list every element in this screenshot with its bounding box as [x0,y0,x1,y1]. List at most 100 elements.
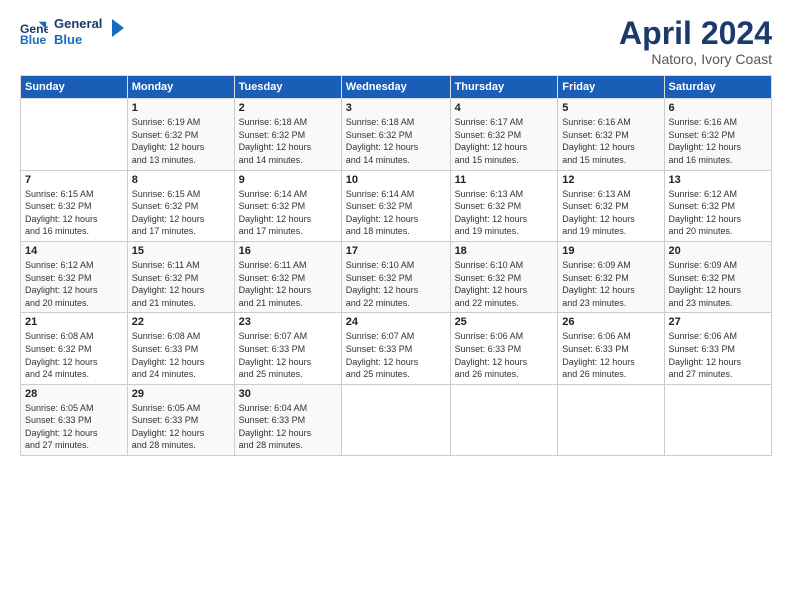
calendar-page: General Blue General Blue April 2024 Nat… [0,0,792,612]
week-row-3: 14Sunrise: 6:12 AM Sunset: 6:32 PM Dayli… [21,241,772,312]
day-info: Sunrise: 6:05 AM Sunset: 6:33 PM Dayligh… [25,402,123,452]
day-cell: 6Sunrise: 6:16 AM Sunset: 6:32 PM Daylig… [664,99,771,170]
day-cell: 26 Sunrise: 6:06 AM Sunset: 6:33 PM Dayli… [558,313,664,384]
header-row: Sunday Monday Tuesday Wednesday Thursday… [21,76,772,99]
day-cell [450,384,558,455]
day-info: Sunrise: 6:17 AM Sunset: 6:32 PM Dayligh… [455,116,554,166]
day-cell: 3Sunrise: 6:18 AM Sunset: 6:32 PM Daylig… [341,99,450,170]
week-row-5: 28 Sunrise: 6:05 AM Sunset: 6:33 PM Dayli… [21,384,772,455]
day-info: Sunrise: 6:07 AM Sunset: 6:33 PM Dayligh… [239,330,337,380]
day-number: 12 [562,174,659,186]
day-info: Sunrise: 6:06 AM Sunset: 6:33 PM Dayligh… [669,330,767,380]
day-cell: 19 Sunrise: 6:09 AM Sunset: 6:32 PM Dayli… [558,241,664,312]
day-number: 23 [239,316,337,328]
location: Natoro, Ivory Coast [619,51,772,67]
day-cell: 27 Sunrise: 6:06 AM Sunset: 6:33 PM Dayli… [664,313,771,384]
day-cell: 22 Sunrise: 6:08 AM Sunset: 6:33 PM Dayli… [127,313,234,384]
title-area: April 2024 Natoro, Ivory Coast [619,16,772,67]
day-cell: 10 Sunrise: 6:14 AM Sunset: 6:32 PM Dayli… [341,170,450,241]
day-cell: 29Sunrise: 6:05 AM Sunset: 6:33 PM Dayli… [127,384,234,455]
day-cell [341,384,450,455]
day-number: 22 [132,316,230,328]
col-friday: Friday [558,76,664,99]
day-cell: 28 Sunrise: 6:05 AM Sunset: 6:33 PM Dayli… [21,384,128,455]
day-number: 2 [239,102,337,114]
col-saturday: Saturday [664,76,771,99]
day-number: 18 [455,245,554,257]
day-cell: 30Sunrise: 6:04 AM Sunset: 6:33 PM Dayli… [234,384,341,455]
day-cell: 18Sunrise: 6:10 AM Sunset: 6:32 PM Dayli… [450,241,558,312]
day-cell: 16 Sunrise: 6:11 AM Sunset: 6:32 PM Dayli… [234,241,341,312]
day-info: Sunrise: 6:15 AM Sunset: 6:32 PM Dayligh… [132,188,230,238]
day-cell: 13 Sunrise: 6:12 AM Sunset: 6:32 PM Dayli… [664,170,771,241]
day-cell [558,384,664,455]
col-tuesday: Tuesday [234,76,341,99]
day-number: 28 [25,388,123,400]
day-cell: 12 Sunrise: 6:13 AM Sunset: 6:32 PM Dayli… [558,170,664,241]
day-number: 1 [132,102,230,114]
day-cell: 20 Sunrise: 6:09 AM Sunset: 6:32 PM Dayli… [664,241,771,312]
col-thursday: Thursday [450,76,558,99]
day-info: Sunrise: 6:12 AM Sunset: 6:32 PM Dayligh… [25,259,123,309]
month-title: April 2024 [619,16,772,51]
week-row-4: 21 Sunrise: 6:08 AM Sunset: 6:32 PM Dayli… [21,313,772,384]
logo-line1: General [54,16,102,32]
day-number: 15 [132,245,230,257]
day-number: 6 [669,102,767,114]
day-number: 21 [25,316,123,328]
day-number: 3 [346,102,446,114]
day-info: Sunrise: 6:15 AM Sunset: 6:32 PM Dayligh… [25,188,123,238]
day-info: Sunrise: 6:13 AM Sunset: 6:32 PM Dayligh… [455,188,554,238]
day-info: Sunrise: 6:08 AM Sunset: 6:33 PM Dayligh… [132,330,230,380]
day-number: 5 [562,102,659,114]
day-cell: 17Sunrise: 6:10 AM Sunset: 6:32 PM Dayli… [341,241,450,312]
day-number: 13 [669,174,767,186]
logo: General Blue General Blue [20,16,126,47]
day-number: 16 [239,245,337,257]
day-cell: 14Sunrise: 6:12 AM Sunset: 6:32 PM Dayli… [21,241,128,312]
day-number: 20 [669,245,767,257]
svg-text:Blue: Blue [20,33,47,46]
day-info: Sunrise: 6:06 AM Sunset: 6:33 PM Dayligh… [562,330,659,380]
day-cell: 23 Sunrise: 6:07 AM Sunset: 6:33 PM Dayli… [234,313,341,384]
day-cell: 1 Sunrise: 6:19 AM Sunset: 6:32 PM Daylig… [127,99,234,170]
day-number: 7 [25,174,123,186]
day-info: Sunrise: 6:08 AM Sunset: 6:32 PM Dayligh… [25,330,123,380]
day-info: Sunrise: 6:11 AM Sunset: 6:32 PM Dayligh… [239,259,337,309]
col-wednesday: Wednesday [341,76,450,99]
day-info: Sunrise: 6:09 AM Sunset: 6:32 PM Dayligh… [669,259,767,309]
day-number: 27 [669,316,767,328]
day-number: 17 [346,245,446,257]
day-number: 8 [132,174,230,186]
day-info: Sunrise: 6:13 AM Sunset: 6:32 PM Dayligh… [562,188,659,238]
day-cell: 21 Sunrise: 6:08 AM Sunset: 6:32 PM Dayli… [21,313,128,384]
day-cell [21,99,128,170]
day-cell: 25Sunrise: 6:06 AM Sunset: 6:33 PM Dayli… [450,313,558,384]
day-number: 9 [239,174,337,186]
week-row-2: 7 Sunrise: 6:15 AM Sunset: 6:32 PM Daylig… [21,170,772,241]
day-cell: 4Sunrise: 6:17 AM Sunset: 6:32 PM Daylig… [450,99,558,170]
day-cell: 8 Sunrise: 6:15 AM Sunset: 6:32 PM Daylig… [127,170,234,241]
day-info: Sunrise: 6:14 AM Sunset: 6:32 PM Dayligh… [346,188,446,238]
day-info: Sunrise: 6:06 AM Sunset: 6:33 PM Dayligh… [455,330,554,380]
day-cell: 5 Sunrise: 6:16 AM Sunset: 6:32 PM Daylig… [558,99,664,170]
day-cell: 2 Sunrise: 6:18 AM Sunset: 6:32 PM Daylig… [234,99,341,170]
day-info: Sunrise: 6:16 AM Sunset: 6:32 PM Dayligh… [562,116,659,166]
day-info: Sunrise: 6:12 AM Sunset: 6:32 PM Dayligh… [669,188,767,238]
day-number: 19 [562,245,659,257]
calendar-table: Sunday Monday Tuesday Wednesday Thursday… [20,75,772,456]
day-info: Sunrise: 6:05 AM Sunset: 6:33 PM Dayligh… [132,402,230,452]
day-number: 26 [562,316,659,328]
logo-arrow-icon [104,17,126,39]
day-number: 24 [346,316,446,328]
day-info: Sunrise: 6:18 AM Sunset: 6:32 PM Dayligh… [239,116,337,166]
day-cell: 24Sunrise: 6:07 AM Sunset: 6:33 PM Dayli… [341,313,450,384]
week-row-1: 1 Sunrise: 6:19 AM Sunset: 6:32 PM Daylig… [21,99,772,170]
day-number: 10 [346,174,446,186]
day-info: Sunrise: 6:09 AM Sunset: 6:32 PM Dayligh… [562,259,659,309]
day-cell: 7 Sunrise: 6:15 AM Sunset: 6:32 PM Daylig… [21,170,128,241]
day-cell: 15Sunrise: 6:11 AM Sunset: 6:32 PM Dayli… [127,241,234,312]
day-info: Sunrise: 6:19 AM Sunset: 6:32 PM Dayligh… [132,116,230,166]
day-cell [664,384,771,455]
col-sunday: Sunday [21,76,128,99]
